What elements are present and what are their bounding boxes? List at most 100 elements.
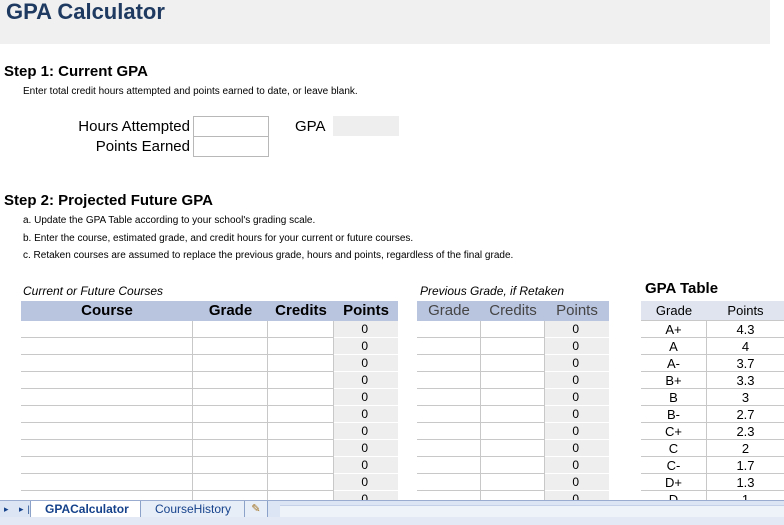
credits-cell[interactable] (268, 372, 334, 389)
gpa-table-points[interactable]: 2 (707, 440, 784, 457)
points-cell: 0 (334, 321, 398, 338)
retaken-credits-cell[interactable] (481, 440, 545, 457)
retaken-grade-cell[interactable] (417, 321, 481, 338)
status-strip (0, 517, 784, 525)
retaken-credits-cell[interactable] (481, 389, 545, 406)
retaken-grade-cell[interactable] (417, 423, 481, 440)
gpa-table-points[interactable]: 2.3 (707, 423, 784, 440)
course-cell[interactable] (21, 474, 193, 491)
course-cell[interactable] (21, 372, 193, 389)
retaken-grade-cell[interactable] (417, 338, 481, 355)
grade-cell[interactable] (193, 457, 268, 474)
retaken-grade-cell[interactable] (417, 389, 481, 406)
gpa-table-grade[interactable]: A (641, 338, 707, 355)
retaken-grade-cell[interactable] (417, 474, 481, 491)
credits-cell[interactable] (268, 338, 334, 355)
gpa-table-points[interactable]: 1 (707, 491, 784, 500)
retaken-credits-cell[interactable] (481, 457, 545, 474)
retaken-points-cell: 0 (545, 406, 609, 423)
retaken-points-cell: 0 (545, 338, 609, 355)
course-cell[interactable] (21, 406, 193, 423)
grade-cell[interactable] (193, 338, 268, 355)
retaken-credits-cell[interactable] (481, 423, 545, 440)
grade-cell[interactable] (193, 491, 268, 500)
retaken-credits-cell[interactable] (481, 321, 545, 338)
course-cell[interactable] (21, 440, 193, 457)
retaken-points-cell: 0 (545, 355, 609, 372)
credits-cell[interactable] (268, 440, 334, 457)
gpa-table-grade[interactable]: A+ (641, 321, 707, 338)
credits-cell[interactable] (268, 474, 334, 491)
credits-cell[interactable] (268, 457, 334, 474)
course-cell[interactable] (21, 338, 193, 355)
course-cell[interactable] (21, 321, 193, 338)
gpa-table-points[interactable]: 1.7 (707, 457, 784, 474)
retaken-credits-cell[interactable] (481, 355, 545, 372)
grade-cell[interactable] (193, 406, 268, 423)
course-cell[interactable] (21, 457, 193, 474)
title-banner-gap (770, 0, 784, 44)
gpa-table-grade[interactable]: A- (641, 355, 707, 372)
gpa-table-grade[interactable]: B- (641, 406, 707, 423)
retaken-grade-cell[interactable] (417, 372, 481, 389)
credits-cell[interactable] (268, 321, 334, 338)
gpa-table-points[interactable]: 1.3 (707, 474, 784, 491)
horizontal-scrollbar[interactable] (280, 505, 784, 517)
gpa-table-points[interactable]: 3.3 (707, 372, 784, 389)
retaken-grade-cell[interactable] (417, 457, 481, 474)
gpa-table-grade[interactable]: B+ (641, 372, 707, 389)
grade-cell[interactable] (193, 423, 268, 440)
grade-cell[interactable] (193, 389, 268, 406)
grade-column-header: Grade (208, 302, 253, 319)
gpa-table-points[interactable]: 2.7 (707, 406, 784, 423)
gpa-label: GPA (295, 118, 326, 135)
retaken-grade-column-header: Grade (428, 302, 470, 319)
retaken-grade-cell[interactable] (417, 355, 481, 372)
gpa-table-grade[interactable]: C- (641, 457, 707, 474)
gpa-table-row: C2 (641, 440, 784, 457)
retaken-credits-cell[interactable] (481, 338, 545, 355)
credits-cell[interactable] (268, 406, 334, 423)
credits-cell[interactable] (268, 423, 334, 440)
retaken-grade-cell[interactable] (417, 406, 481, 423)
course-cell[interactable] (21, 355, 193, 372)
grade-cell[interactable] (193, 372, 268, 389)
gpa-table-grade[interactable]: D (641, 491, 707, 500)
credits-cell[interactable] (268, 389, 334, 406)
grade-cell[interactable] (193, 355, 268, 372)
gpa-table-grade[interactable]: D+ (641, 474, 707, 491)
gpa-table-row: B+ 3.3 (641, 372, 784, 389)
course-cell[interactable] (21, 491, 193, 500)
course-cell[interactable] (21, 389, 193, 406)
hours-attempted-input[interactable] (193, 116, 269, 137)
retaken-grade-cell[interactable] (417, 491, 481, 500)
retaken-points-cell: 0 (545, 491, 609, 500)
gpa-table-row: A4 (641, 338, 784, 355)
gpa-table-row: B3 (641, 389, 784, 406)
grade-cell[interactable] (193, 321, 268, 338)
grade-cell[interactable] (193, 474, 268, 491)
retaken-credits-cell[interactable] (481, 491, 545, 500)
credits-cell[interactable] (268, 491, 334, 500)
gpa-table-grade[interactable]: B (641, 389, 707, 406)
retaken-credits-cell[interactable] (481, 406, 545, 423)
gpa-table-points[interactable]: 3.7 (707, 355, 784, 372)
points-earned-input[interactable] (193, 136, 269, 157)
gpa-table-points[interactable]: 3 (707, 389, 784, 406)
course-cell[interactable] (21, 423, 193, 440)
credits-column-header: Credits (275, 302, 327, 319)
gpa-table-row: A+ 4.3 (641, 321, 784, 338)
gpa-table-points[interactable]: 4.3 (707, 321, 784, 338)
gpa-table-grade[interactable]: C+ (641, 423, 707, 440)
credits-cell[interactable] (268, 355, 334, 372)
gpa-table-grade[interactable]: C (641, 440, 707, 457)
retaken-credits-cell[interactable] (481, 372, 545, 389)
course-column-header: Course (81, 302, 133, 319)
gpa-table-points[interactable]: 4 (707, 338, 784, 355)
retaken-grade-cell[interactable] (417, 440, 481, 457)
retaken-grid: 00000000000 (417, 321, 609, 500)
retaken-credits-cell[interactable] (481, 474, 545, 491)
grade-cell[interactable] (193, 440, 268, 457)
retaken-points-cell: 0 (545, 440, 609, 457)
retaken-credits-column-header: Credits (489, 302, 537, 319)
